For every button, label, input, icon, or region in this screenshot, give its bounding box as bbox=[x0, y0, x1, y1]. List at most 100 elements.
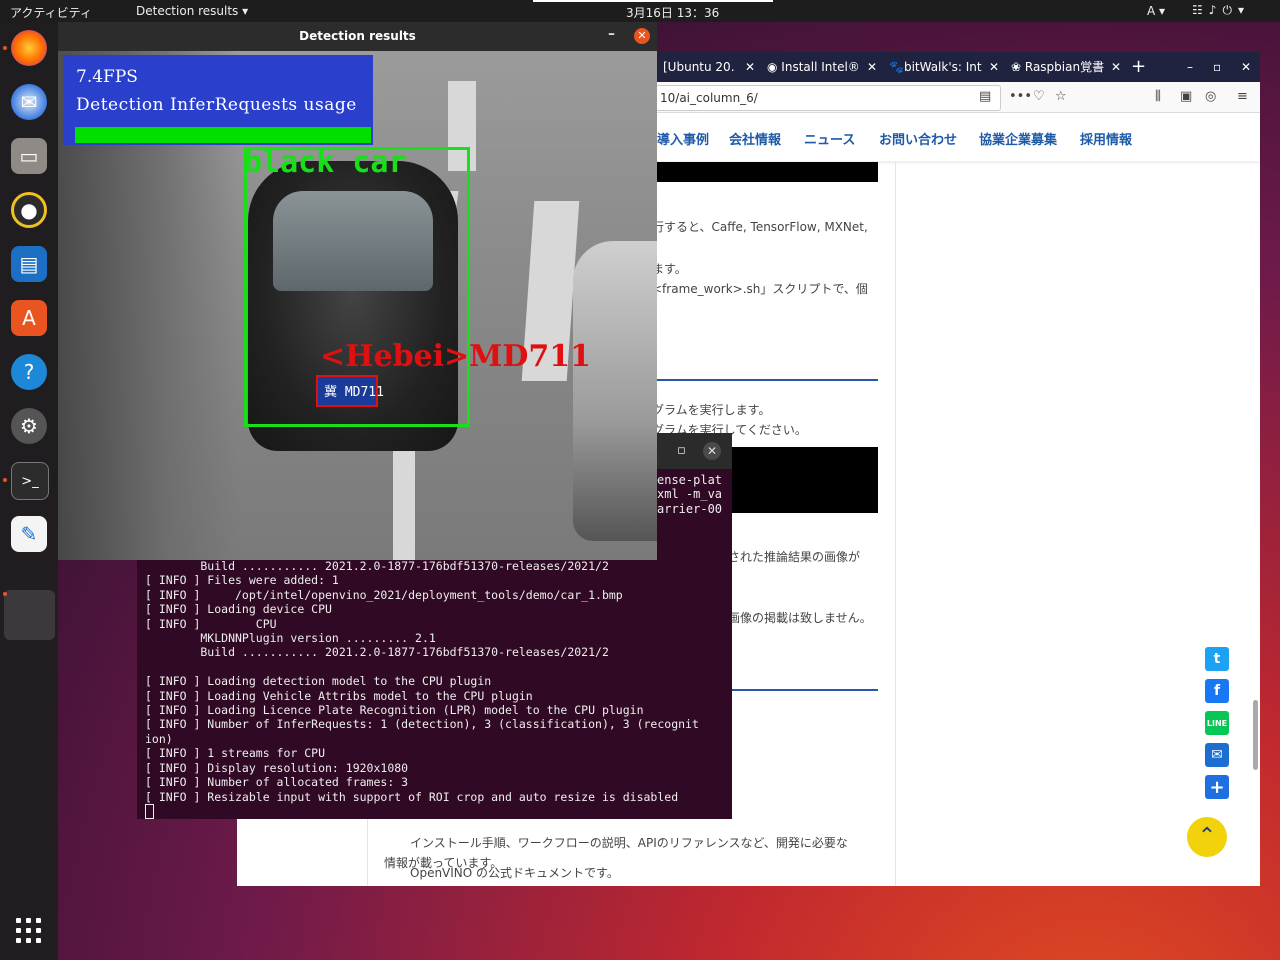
running-indicator bbox=[3, 478, 7, 482]
tab-label: Raspbian覚書 bbox=[1024, 60, 1105, 74]
window-title: Detection results bbox=[299, 29, 416, 43]
nav-link-cases[interactable]: 導入事例 bbox=[657, 129, 709, 148]
close-icon[interactable]: ✕ bbox=[634, 28, 650, 44]
tab-label: bitWalk's: Int bbox=[903, 60, 982, 74]
line-icon[interactable]: LINE bbox=[1205, 711, 1229, 735]
browser-tab[interactable]: 🐾bitWalk's: Int ✕ bbox=[883, 52, 1005, 82]
browser-tab[interactable]: ◉ Install Intel® ✕ bbox=[761, 52, 883, 82]
app-menu[interactable]: Detection results ▾ bbox=[136, 4, 248, 18]
nav-link-recruit[interactable]: 採用情報 bbox=[1080, 129, 1132, 148]
terminal-line: ion) bbox=[145, 731, 173, 746]
show-applications-icon[interactable] bbox=[16, 918, 44, 946]
input-method-indicator[interactable]: A ▾ bbox=[1147, 4, 1165, 18]
tab-label: [Ubuntu 20. bbox=[663, 60, 735, 74]
settings-icon[interactable]: ⚙ bbox=[11, 408, 47, 444]
sidebar-icon[interactable]: ▣ bbox=[1180, 89, 1192, 104]
account-icon[interactable]: ◎ bbox=[1205, 89, 1216, 104]
activities-button[interactable]: アクティビティ bbox=[10, 4, 92, 21]
close-icon[interactable]: ✕ bbox=[989, 52, 999, 82]
rhythmbox-icon[interactable]: ● bbox=[11, 192, 47, 228]
terminal-icon[interactable]: >_ bbox=[11, 462, 49, 500]
mail-icon[interactable]: ✉ bbox=[1205, 743, 1229, 767]
plus-icon[interactable]: + bbox=[1205, 775, 1229, 799]
circle-icon: ◉ bbox=[767, 60, 782, 74]
bookmark-star-icon[interactable]: ☆ bbox=[1055, 89, 1067, 104]
files-icon[interactable]: ▭ bbox=[11, 138, 47, 174]
license-plate: 冀 MD711 bbox=[324, 385, 384, 400]
usage-label: Detection InferRequests usage bbox=[76, 95, 357, 115]
browser-tab[interactable]: ❀ Raspbian覚書 ✕ bbox=[1005, 52, 1127, 82]
pocket-icon[interactable]: ♡ bbox=[1033, 89, 1045, 104]
close-icon[interactable]: ✕ bbox=[703, 442, 721, 460]
help-icon[interactable]: ? bbox=[11, 354, 47, 390]
library-icon[interactable]: ⫼ bbox=[1155, 89, 1161, 104]
page-actions-icon[interactable]: ••• bbox=[1009, 89, 1032, 104]
terminal-line: [ INFO ] Number of allocated frames: 3 bbox=[145, 775, 409, 790]
nav-link-partners[interactable]: 協業企業募集 bbox=[979, 129, 1057, 148]
nav-link-news[interactable]: ニュース bbox=[804, 129, 855, 148]
volume-icon: ♪ bbox=[1208, 3, 1223, 17]
url-bar[interactable]: 10/ai_column_6/ bbox=[655, 85, 1001, 111]
terminal-line: [ INFO ] Loading Licence Plate Recogniti… bbox=[145, 703, 644, 718]
window-close-icon[interactable]: ✕ bbox=[1235, 52, 1259, 82]
back-to-top-button[interactable]: ⌃ bbox=[1187, 817, 1227, 857]
writer-icon[interactable]: ▤ bbox=[11, 246, 47, 282]
network-icon: ☷ bbox=[1192, 3, 1209, 17]
code-block bbox=[648, 162, 878, 182]
paragraph: 情報が載っています。 bbox=[384, 856, 503, 870]
camera-frame: 7.4FPS Detection InferRequests usage bla… bbox=[58, 51, 657, 560]
paragraph: 行すると、Caffe, TensorFlow, MXNet, bbox=[652, 220, 868, 234]
new-tab-button[interactable]: + bbox=[1125, 52, 1151, 82]
terminal-line: [ INFO ] Loading Vehicle Attribs model t… bbox=[145, 688, 533, 703]
nav-link-contact[interactable]: お問い合わせ bbox=[879, 129, 957, 148]
twitter-icon[interactable]: t bbox=[1205, 647, 1229, 671]
firefox-icon[interactable] bbox=[11, 30, 47, 66]
terminal-line: [ INFO ] 1 streams for CPU bbox=[145, 746, 326, 761]
text-editor-icon[interactable]: ✎ bbox=[11, 516, 47, 552]
browser-scrollbar[interactable] bbox=[1253, 700, 1258, 770]
minimize-icon[interactable]: – bbox=[608, 26, 615, 42]
close-icon[interactable]: ✕ bbox=[1111, 52, 1121, 82]
chevron-up-icon: ⌃ bbox=[1197, 824, 1217, 849]
running-indicator bbox=[3, 46, 7, 50]
close-icon[interactable]: ✕ bbox=[867, 52, 877, 82]
minimize-icon[interactable]: – bbox=[1181, 52, 1203, 82]
running-indicator bbox=[3, 592, 7, 596]
hamburger-menu-icon[interactable]: ≡ bbox=[1237, 89, 1248, 104]
terminal-line: [ INFO ] CPU bbox=[145, 616, 277, 631]
power-icon: ⏻ bbox=[1222, 3, 1238, 17]
raspberry-icon: ❀ bbox=[1011, 60, 1025, 74]
dock: ✉ ▭ ● ▤ A ? ⚙ >_ ✎ bbox=[0, 22, 58, 960]
facebook-icon[interactable]: f bbox=[1205, 679, 1229, 703]
browser-tab[interactable]: [Ubuntu 20. ✕ bbox=[657, 52, 761, 82]
close-icon[interactable]: ✕ bbox=[745, 52, 755, 82]
terminal-line: [ INFO ] Number of InferRequests: 1 (det… bbox=[145, 717, 699, 732]
terminal-line: Build ........... 2021.2.0-1877-176bdf51… bbox=[145, 645, 609, 660]
thunderbird-icon[interactable]: ✉ bbox=[11, 84, 47, 120]
maximize-icon[interactable]: ▫ bbox=[677, 443, 686, 458]
terminal-line: MKLDNNPlugin version ......... 2.1 bbox=[145, 631, 436, 646]
detection-titlebar: Detection results – ✕ bbox=[58, 22, 657, 51]
system-tray[interactable]: ☷♪⏻▾ bbox=[1192, 3, 1250, 18]
paragraph: 画像の掲載は致しません。 bbox=[728, 611, 872, 625]
terminal-line: [ INFO ] Display resolution: 1920x1080 bbox=[145, 760, 409, 775]
white-car bbox=[573, 241, 657, 541]
screen-edge-highlight bbox=[533, 0, 773, 2]
terminal-line: [ INFO ] Loading detection model to the … bbox=[145, 674, 492, 689]
paragraph: された推論結果の画像が bbox=[728, 550, 861, 564]
software-icon[interactable]: A bbox=[11, 300, 47, 336]
nav-link-company[interactable]: 会社情報 bbox=[729, 129, 781, 148]
maximize-icon[interactable]: ▫ bbox=[1207, 52, 1229, 82]
paragraph: ます。 bbox=[652, 262, 687, 276]
vehicle-label: black car bbox=[244, 145, 407, 180]
road-marking bbox=[393, 441, 415, 560]
detection-results-window: Detection results – ✕ 7.4FPS Detection I… bbox=[58, 22, 657, 560]
paragraph: グラムを実行します。 bbox=[652, 403, 771, 417]
clock[interactable]: 3月16日 13：36 bbox=[626, 4, 719, 21]
reader-view-icon[interactable]: ▤ bbox=[979, 89, 991, 104]
usage-bar bbox=[75, 127, 371, 143]
plate-label: <Hebei>MD711 bbox=[320, 339, 592, 374]
fps-label: 7.4FPS bbox=[76, 67, 138, 87]
top-bar: アクティビティ Detection results ▾ 3月16日 13：36 … bbox=[0, 0, 1280, 22]
